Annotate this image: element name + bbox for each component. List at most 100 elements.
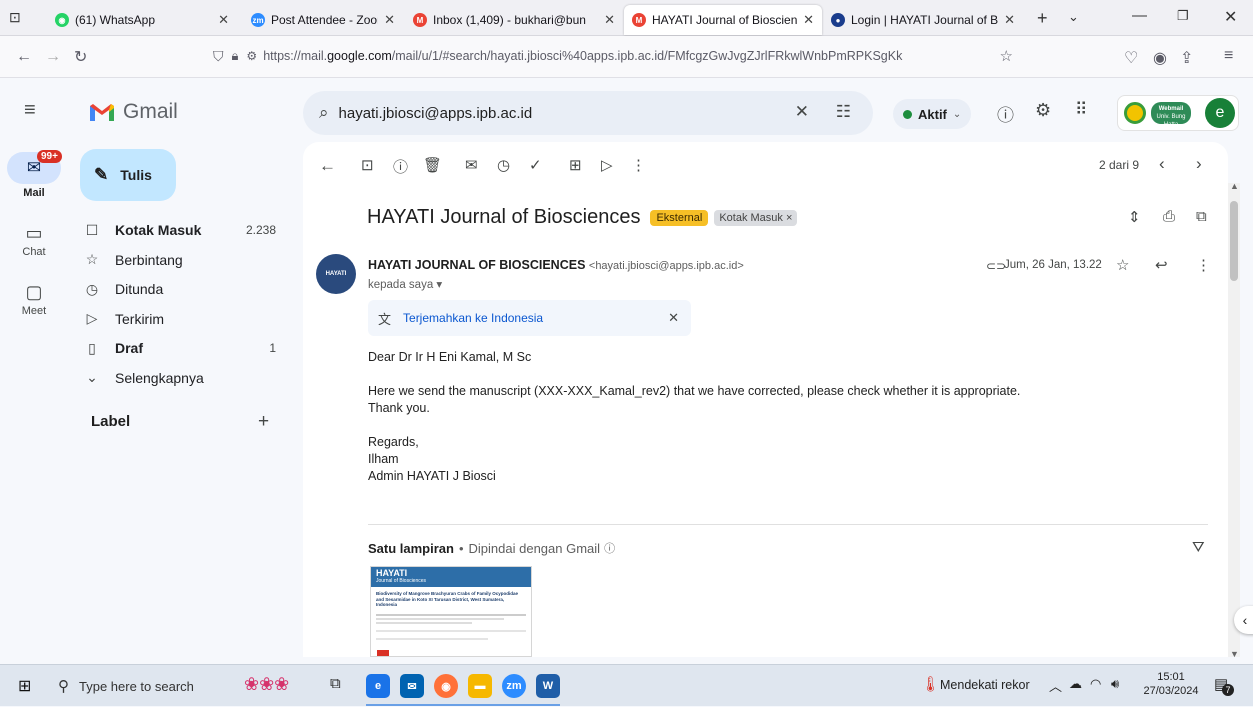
close-window-button[interactable]: ✕	[1224, 7, 1237, 27]
tab-overflow-chevron-icon[interactable]: ⌄	[1068, 9, 1079, 25]
rail-chat[interactable]: ▭ Chat	[0, 223, 68, 258]
move-to-icon[interactable]: ⊞	[569, 156, 582, 174]
tab-list-icon[interactable]: ⊡	[9, 9, 21, 26]
weather-text[interactable]: Mendekati rekor	[940, 678, 1030, 692]
lock-icon[interactable]: 🔒︎	[232, 48, 239, 64]
avatar[interactable]: e	[1205, 98, 1235, 128]
inbox-label-chip[interactable]: Kotak Masuk ×	[714, 209, 798, 226]
permissions-icon[interactable]: ⚙︎	[246, 49, 257, 63]
report-spam-icon[interactable]: ⓘ	[393, 156, 408, 177]
more-vertical-icon[interactable]: ⋮	[1196, 256, 1211, 274]
notifications-icon[interactable]: ▤ 7	[1214, 675, 1234, 696]
main-menu-icon[interactable]: ≡	[24, 99, 36, 122]
forward-arrow-icon[interactable]: →	[45, 48, 61, 66]
clear-search-icon[interactable]: ✕	[795, 102, 809, 122]
browser-tab[interactable]: M Inbox (1,409) - bukhari@bun ✕	[405, 5, 623, 35]
show-hidden-icons-chevron-icon[interactable]: ︿	[1049, 676, 1062, 695]
windows-start-icon[interactable]: ⊞	[18, 676, 31, 696]
weather-thermometer-icon[interactable]: 🌡︎	[921, 675, 940, 693]
star-icon[interactable]: ☆	[1116, 256, 1129, 274]
system-clock[interactable]: 15:01 27/03/2024	[1138, 670, 1204, 698]
browser-tab[interactable]: zm Post Attendee - Zoom ✕	[243, 5, 403, 35]
open-new-window-icon[interactable]: ⧉	[1196, 208, 1207, 225]
sidebar-item-star[interactable]: ☆ Berbintang	[80, 245, 286, 275]
sidebar-item-clock[interactable]: ◷ Ditunda	[80, 274, 286, 304]
gmail-logo[interactable]: Gmail	[89, 100, 178, 124]
shield-icon[interactable]: ⛉	[213, 48, 224, 65]
help-icon[interactable]: ⓘ	[997, 101, 1014, 126]
edge-browser-icon[interactable]: e	[366, 674, 390, 698]
account-chip[interactable]: Webmail Univ. Bung Hatta e	[1117, 95, 1239, 131]
search-input[interactable]: hayati.jbiosci@apps.ipb.ac.id	[339, 105, 533, 122]
close-translate-icon[interactable]: ✕	[668, 310, 679, 326]
close-tab-icon[interactable]: ✕	[803, 12, 814, 28]
mark-unread-icon[interactable]: ✉	[465, 156, 478, 174]
extensions-icon[interactable]: ⇪	[1180, 48, 1193, 68]
sidebar-item-draft[interactable]: ▯ Draf 1	[80, 333, 286, 363]
rail-meet[interactable]: ▢ Meet	[0, 282, 68, 317]
status-chip[interactable]: Aktif ⌄	[893, 99, 972, 129]
newer-chevron-icon[interactable]: ‹	[1159, 154, 1165, 174]
recipient-line[interactable]: kepada saya ▾	[368, 277, 442, 291]
restore-window-button[interactable]: ❐	[1177, 8, 1189, 24]
reload-icon[interactable]: ↻	[74, 47, 87, 67]
pocket-icon[interactable]: ♡	[1124, 48, 1138, 68]
save-to-drive-icon[interactable]: ⛛	[1192, 539, 1205, 556]
attachment-thumbnail[interactable]: HAYATI Journal of Biosciences Biodiversi…	[370, 566, 532, 657]
back-to-list-icon[interactable]: ←	[319, 156, 336, 176]
browser-tab[interactable]: M HAYATI Journal of Bioscience ✕	[624, 5, 822, 35]
info-icon[interactable]: ⓘ	[604, 540, 615, 556]
menu-hamburger-icon[interactable]: ≡	[1224, 47, 1233, 65]
zoom-app-icon[interactable]: zm	[502, 674, 526, 698]
close-tab-icon[interactable]: ✕	[1004, 12, 1015, 28]
sidebar-item-label: Kotak Masuk	[115, 222, 202, 238]
file-explorer-icon[interactable]: ▬	[468, 674, 492, 698]
close-tab-icon[interactable]: ✕	[604, 12, 615, 28]
onedrive-icon[interactable]: ☁	[1069, 676, 1082, 692]
sidebar-item-chevron-down[interactable]: ⌄ Selengkapnya	[80, 363, 286, 393]
print-icon[interactable]: ⎙	[1163, 208, 1175, 225]
scrollbar-thumb[interactable]	[1230, 201, 1238, 281]
back-arrow-icon[interactable]: ←	[16, 48, 32, 66]
add-task-icon[interactable]: ✓	[529, 156, 542, 174]
label-icon[interactable]: ▷	[601, 156, 613, 174]
sender-avatar[interactable]: HAYATI	[316, 254, 356, 294]
snooze-icon[interactable]: ◷	[497, 156, 510, 174]
url-bar[interactable]: ⛉ 🔒︎ ⚙︎ https://mail.google.com/mail/u/1…	[213, 41, 1021, 71]
wifi-icon[interactable]: ◠	[1090, 676, 1101, 692]
older-chevron-icon[interactable]: ›	[1196, 154, 1202, 174]
firefox-icon[interactable]: ◉	[434, 674, 458, 698]
task-view-icon[interactable]: ⧉	[330, 675, 341, 692]
account-icon[interactable]: ◉	[1153, 48, 1167, 68]
add-label-button[interactable]: +	[258, 411, 269, 433]
sender-name[interactable]: HAYATI JOURNAL OF BIOSCIENCES	[368, 258, 585, 272]
more-options-icon[interactable]: ⋮	[631, 156, 646, 174]
search-options-icon[interactable]: ☷	[836, 102, 851, 122]
reply-icon[interactable]: ↩	[1155, 256, 1168, 274]
bookmark-star-icon[interactable]: ☆	[1000, 47, 1013, 65]
sidebar-item-send[interactable]: ▷ Terkirim	[80, 304, 286, 334]
close-tab-icon[interactable]: ✕	[384, 12, 395, 28]
collapse-all-icon[interactable]: ⇕	[1128, 208, 1141, 226]
taskbar-search[interactable]: ⚲ Type here to search	[48, 665, 228, 707]
page-scrollbar[interactable]: ▲ ▼	[1228, 181, 1240, 659]
compose-button[interactable]: ✎ Tulis	[80, 149, 176, 201]
search-bar[interactable]: ⌕ hayati.jbiosci@apps.ipb.ac.id ✕ ☷	[303, 91, 873, 135]
delete-icon[interactable]: 🗑︎	[423, 156, 442, 174]
mail-app-icon[interactable]: ✉	[400, 674, 424, 698]
browser-tab[interactable]: ● Login | HAYATI Journal of Bio ✕	[823, 5, 1023, 35]
sidebar-item-inbox[interactable]: ☐ Kotak Masuk 2.238	[80, 215, 286, 245]
search-icon: ⚲	[58, 678, 69, 695]
new-tab-button[interactable]: +	[1037, 8, 1048, 29]
browser-tab[interactable]: ◉ (61) WhatsApp ✕	[47, 5, 237, 35]
volume-icon[interactable]: 🔊︎	[1111, 676, 1119, 692]
archive-icon[interactable]: ⊡	[361, 156, 374, 174]
rail-mail[interactable]: ✉ 99+ Mail	[0, 150, 68, 199]
apps-grid-icon[interactable]: ⠿	[1075, 100, 1087, 120]
minimize-window-button[interactable]: —	[1132, 7, 1147, 24]
search-icon[interactable]: ⌕	[319, 103, 329, 123]
settings-gear-icon[interactable]: ⚙	[1035, 100, 1051, 121]
word-app-icon[interactable]: W	[536, 674, 560, 698]
translate-link[interactable]: Terjemahkan ke Indonesia	[403, 311, 543, 325]
close-tab-icon[interactable]: ✕	[218, 12, 229, 28]
